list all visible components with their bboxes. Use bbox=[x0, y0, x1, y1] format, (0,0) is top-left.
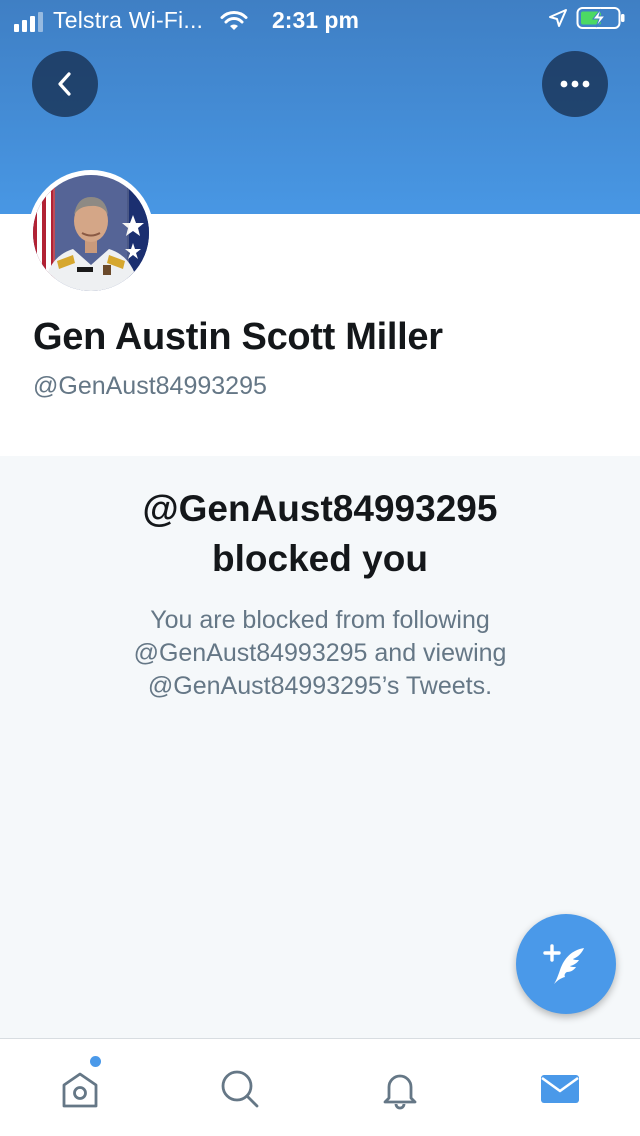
tab-bar bbox=[0, 1038, 640, 1136]
avatar-photo bbox=[33, 175, 149, 291]
mail-icon bbox=[538, 1067, 582, 1111]
avatar[interactable] bbox=[28, 170, 154, 296]
more-options-button[interactable] bbox=[542, 51, 608, 117]
tab-home[interactable] bbox=[52, 1061, 108, 1117]
compose-tweet-icon bbox=[538, 936, 594, 992]
location-arrow-icon bbox=[548, 8, 568, 28]
search-icon bbox=[218, 1067, 262, 1111]
bell-icon bbox=[378, 1067, 422, 1111]
compose-tweet-button[interactable] bbox=[516, 914, 616, 1014]
tab-search[interactable] bbox=[212, 1061, 268, 1117]
more-dots-icon bbox=[560, 80, 590, 88]
blocked-description: You are blocked from following @GenAust8… bbox=[133, 606, 507, 700]
status-bar: Telstra Wi-Fi... 2:31 pm bbox=[0, 0, 640, 40]
chevron-left-icon bbox=[53, 70, 77, 98]
blocked-title: @GenAust84993295 blocked you bbox=[142, 488, 498, 579]
wifi-icon bbox=[219, 10, 249, 32]
tab-messages[interactable] bbox=[532, 1061, 588, 1117]
profile-handle: @GenAust84993295 bbox=[33, 372, 267, 400]
back-button[interactable] bbox=[32, 51, 98, 117]
home-icon bbox=[58, 1067, 102, 1111]
status-time: 2:31 pm bbox=[272, 7, 359, 33]
signal-icon bbox=[14, 10, 43, 32]
carrier-name: Telstra Wi-Fi... bbox=[53, 7, 204, 33]
home-notification-dot bbox=[90, 1056, 101, 1067]
tab-notifications[interactable] bbox=[372, 1061, 428, 1117]
battery-charging-icon bbox=[576, 6, 626, 30]
profile-name: Gen Austin Scott Miller bbox=[33, 316, 443, 358]
